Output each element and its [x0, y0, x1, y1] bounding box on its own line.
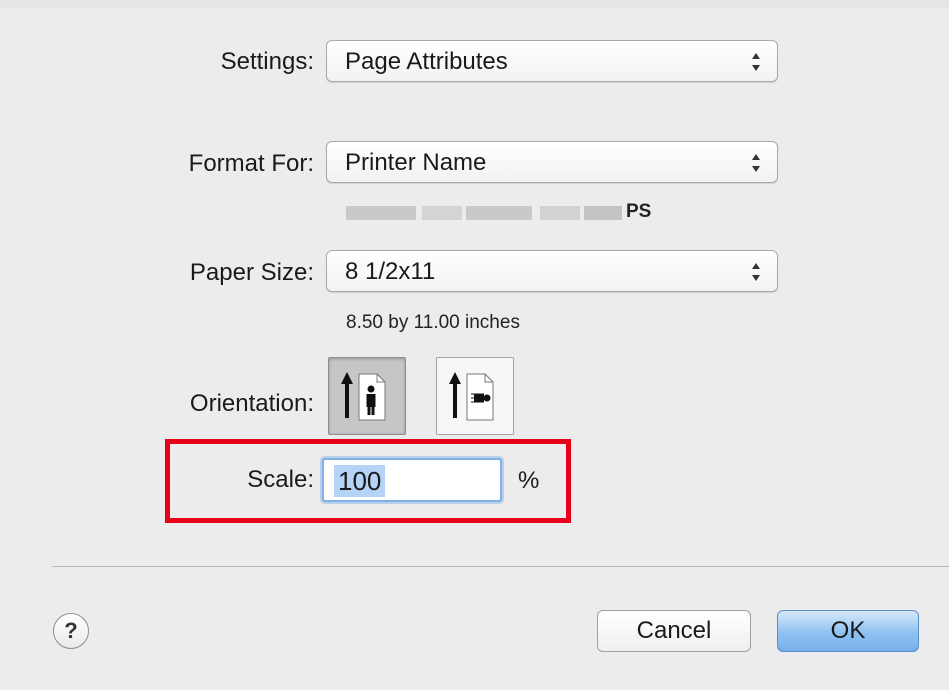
settings-label: Settings: — [220, 48, 314, 75]
portrait-orientation-button[interactable] — [328, 357, 406, 435]
settings-popup[interactable]: Page Attributes — [326, 40, 778, 82]
paper-size-popup[interactable]: 8 1/2x11 — [326, 250, 778, 292]
cancel-button[interactable]: Cancel — [597, 610, 751, 652]
portrait-icon — [341, 372, 386, 421]
window-top-edge — [0, 0, 949, 8]
settings-value: Page Attributes — [345, 48, 508, 75]
help-button[interactable]: ? — [53, 613, 89, 649]
up-down-arrows-icon — [749, 148, 763, 178]
ok-button[interactable]: OK — [777, 610, 919, 652]
format-for-value: Printer Name — [345, 149, 487, 176]
divider — [52, 566, 949, 567]
orientation-label: Orientation: — [189, 390, 314, 417]
landscape-icon — [449, 372, 494, 421]
paper-size-description: 8.50 by 11.00 inches — [346, 312, 520, 333]
format-for-popup[interactable]: Printer Name — [326, 141, 778, 183]
paper-size-label: Paper Size: — [189, 259, 314, 286]
landscape-orientation-button[interactable] — [436, 357, 514, 435]
up-down-arrows-icon — [749, 47, 763, 77]
printer-detail-suffix: PS — [626, 201, 652, 222]
scale-highlight-box — [165, 439, 571, 523]
paper-size-value: 8 1/2x11 — [345, 258, 436, 285]
up-down-arrows-icon — [749, 257, 763, 287]
format-for-label: Format For: — [188, 150, 314, 177]
